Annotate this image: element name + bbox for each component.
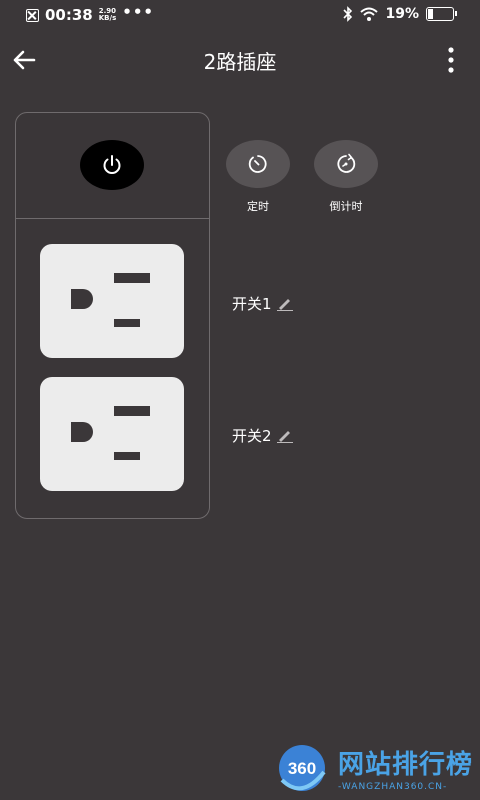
timer-label: 定时 (247, 200, 269, 213)
timer-button[interactable] (226, 140, 290, 188)
battery-percent: 19% (385, 6, 419, 22)
socket-slot-top (114, 273, 150, 283)
status-time: 00:38 (45, 6, 93, 24)
timer-icon (248, 155, 267, 173)
app-bar: 2路插座 (0, 30, 480, 90)
socket-slot-top (114, 406, 150, 416)
edit-icon (276, 430, 293, 443)
socket-2[interactable] (40, 377, 184, 491)
switch-2-label: 开关2 (232, 427, 272, 445)
site-watermark: 360 网站排行榜 -WANGZHAN360.CN- (272, 738, 480, 800)
countdown-button[interactable] (314, 140, 378, 188)
watermark-subtext: -WANGZHAN360.CN- (338, 782, 448, 792)
power-strip-panel (15, 112, 210, 519)
watermark-logo-icon: 360 (279, 745, 326, 791)
wifi-icon (360, 7, 379, 21)
bluetooth-icon (343, 6, 353, 22)
master-power-button[interactable] (80, 140, 144, 190)
socket-slot-bottom (114, 452, 140, 460)
notification-close-icon (26, 8, 39, 22)
switch-1-label: 开关1 (232, 295, 272, 313)
watermark-badge: 360 (288, 759, 316, 778)
network-speed-unit: KB/s (98, 14, 117, 22)
status-bar: 00:38 2.90 KB/s ••• 19% (0, 0, 480, 30)
socket-slot-bottom (114, 319, 140, 327)
more-menu-button[interactable] (444, 45, 458, 75)
battery-level-fill (428, 9, 433, 19)
more-vertical-icon (448, 47, 454, 73)
status-left: 00:38 2.90 KB/s ••• (26, 3, 154, 24)
network-speed: 2.90 KB/s (99, 8, 116, 22)
countdown-label: 倒计时 (329, 200, 363, 213)
status-right: 19% (343, 6, 457, 22)
socket-ground-pin (71, 422, 93, 442)
countdown-icon (337, 153, 356, 173)
panel-divider (16, 218, 209, 219)
socket-ground-pin (71, 289, 93, 309)
more-notifications-indicator: ••• (122, 3, 154, 21)
battery-icon (426, 7, 457, 21)
switch-2-rename[interactable]: 开关2 (232, 425, 294, 446)
page-title: 2路插座 (203, 50, 277, 74)
switch-1-rename[interactable]: 开关1 (232, 293, 294, 314)
edit-icon (276, 298, 293, 311)
socket-1[interactable] (40, 244, 184, 358)
power-icon (103, 155, 121, 174)
watermark-text: 网站排行榜 (338, 750, 474, 780)
